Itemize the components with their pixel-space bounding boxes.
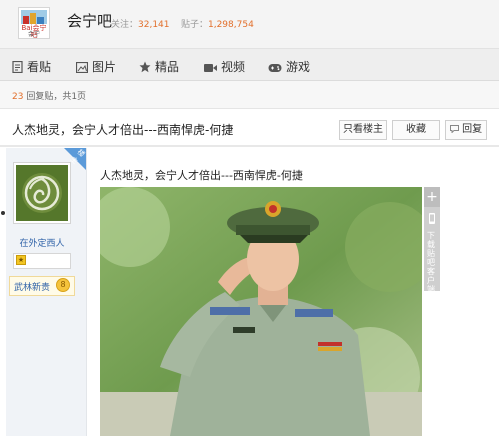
video-icon xyxy=(204,64,217,72)
posts-count: 1,298,754 xyxy=(207,20,254,30)
comment-icon xyxy=(449,125,459,134)
nav-item-games[interactable]: 游戏 xyxy=(268,58,310,75)
nav-item-video[interactable]: 视频 xyxy=(204,58,245,75)
post-text: 人杰地灵，会宁人才倍出---西南悍虎-何捷 xyxy=(100,169,303,182)
list-bullet xyxy=(1,211,5,215)
star-icon xyxy=(139,61,151,73)
forum-name[interactable]: 会宁吧 xyxy=(67,10,112,31)
gamepad-icon xyxy=(268,64,282,72)
reply-button[interactable]: 回复 xyxy=(445,120,487,140)
nav-label: 看贴 xyxy=(27,60,52,74)
nav-label: 图片 xyxy=(92,60,117,74)
rank-box[interactable]: 武林新贵 8 xyxy=(9,276,75,296)
post-photo[interactable] xyxy=(100,187,422,436)
follow-label: 关注： xyxy=(111,20,139,30)
nav-item-posts[interactable]: 看贴 xyxy=(12,58,51,75)
posts-label: 贴子： xyxy=(180,20,208,30)
reply-count-bar: 23 回复贴，共1页 xyxy=(0,81,499,109)
forum-header: Bai会宁吧 会宁 会宁吧 关注：32,141 贴子：1,298,754 xyxy=(0,0,499,48)
level-box: ★ xyxy=(13,253,71,269)
nav-label: 视频 xyxy=(221,60,246,74)
level-badge-icon: ★ xyxy=(16,255,26,265)
expand-button[interactable]: + xyxy=(424,187,440,207)
forum-nav: 看贴 图片 精品 视频 游戏 xyxy=(0,48,499,81)
reply-button-label: 回复 xyxy=(462,124,483,135)
favorite-button[interactable]: 收藏 xyxy=(392,120,440,140)
author-name[interactable]: 在外定西人 xyxy=(6,236,78,249)
avatar[interactable] xyxy=(13,162,71,224)
rank-level: 8 xyxy=(56,278,70,292)
nav-label: 游戏 xyxy=(286,60,311,74)
logo-subtext: 会宁 xyxy=(27,31,40,38)
document-icon xyxy=(12,60,23,74)
reply-count-text: 23 回复贴，共1页 xyxy=(12,89,86,102)
side-toolbar[interactable]: + 下载贴吧客户端 xyxy=(424,187,440,294)
rose-avatar-image xyxy=(16,165,68,221)
reply-count-suffix: 回复贴，共1页 xyxy=(26,92,87,102)
nav-item-featured[interactable]: 精品 xyxy=(139,58,179,75)
forum-logo[interactable]: Bai会宁吧 会宁 xyxy=(18,7,50,39)
phone-icon xyxy=(429,213,435,224)
thread-title: 人杰地灵，会宁人才倍出---西南悍虎-何捷 xyxy=(12,123,234,137)
forum-stats: 关注：32,141 贴子：1,298,754 xyxy=(111,17,254,30)
reply-count: 23 xyxy=(12,92,24,102)
download-client-link[interactable]: 下载贴吧客户端 xyxy=(427,231,437,294)
nav-item-images[interactable]: 图片 xyxy=(75,58,117,75)
image-icon xyxy=(75,61,89,74)
nav-label: 精品 xyxy=(155,60,180,74)
follow-count: 32,141 xyxy=(138,20,170,30)
soldier-salute-photo xyxy=(100,187,422,436)
thread-title-bar: 人杰地灵，会宁人才倍出---西南悍虎-何捷 只看楼主 收藏 回复 xyxy=(0,109,499,147)
rank-title: 武林新贵 xyxy=(14,283,51,293)
only-owner-button[interactable]: 只看楼主 xyxy=(339,120,387,140)
